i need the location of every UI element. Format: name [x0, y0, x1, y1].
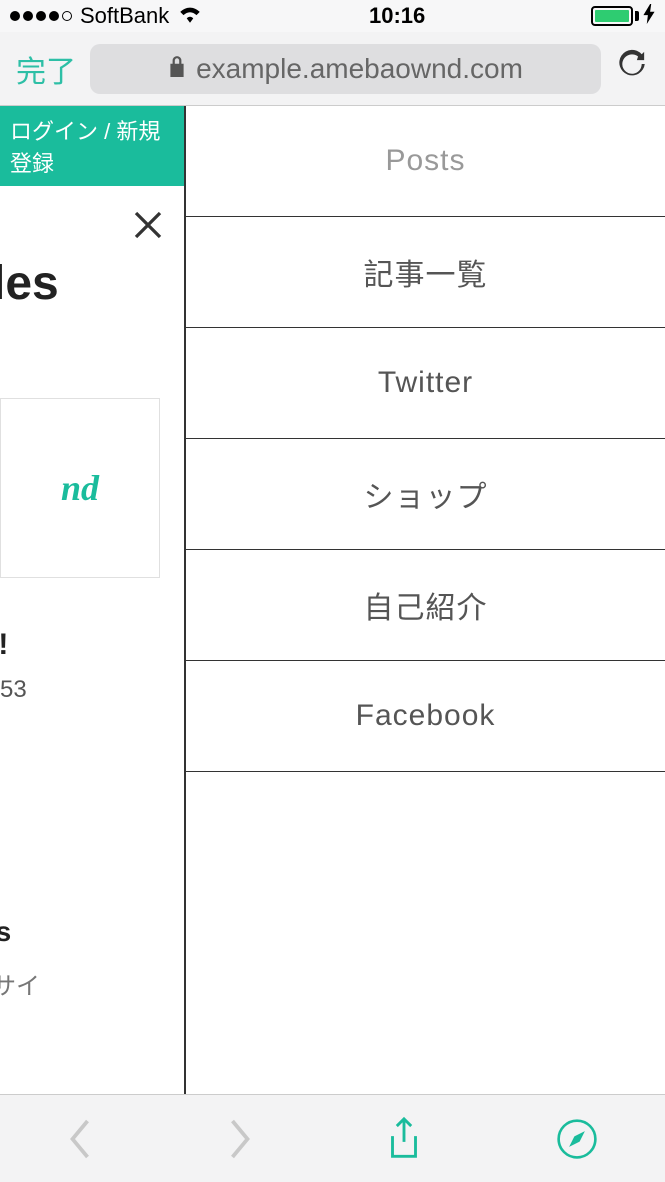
share-button[interactable]: [386, 1116, 422, 1162]
reload-button[interactable]: [611, 47, 653, 90]
browser-toolbar: 完了 example.amebaownd.com: [0, 32, 665, 106]
page-content: ログイン / 新規登録 mples nd d! 0:53 es 素敵なサイ Po…: [0, 106, 665, 1094]
bottom-toolbar: [0, 1094, 665, 1182]
menu-item-articles[interactable]: 記事一覧: [186, 217, 665, 328]
logo-fragment: nd: [61, 467, 99, 509]
section-heading-fragment: es: [0, 916, 11, 948]
page-title-fragment: mples: [0, 256, 59, 311]
wifi-icon: [177, 2, 203, 30]
close-icon[interactable]: [130, 204, 166, 254]
menu-item-facebook[interactable]: Facebook: [186, 661, 665, 772]
signal-icon: [10, 11, 72, 21]
menu-item-posts[interactable]: Posts: [186, 106, 665, 217]
navigation-menu: Posts 記事一覧 Twitter ショップ 自己紹介 Facebook: [186, 106, 665, 1094]
battery-icon: [591, 4, 655, 29]
thumbnail-card[interactable]: nd: [0, 398, 160, 578]
lock-icon: [168, 55, 186, 83]
done-button[interactable]: 完了: [12, 47, 80, 91]
post-title-fragment: d!: [0, 628, 8, 662]
menu-item-shop[interactable]: ショップ: [186, 439, 665, 550]
login-register-button[interactable]: ログイン / 新規登録: [0, 106, 184, 186]
forward-button[interactable]: [227, 1118, 253, 1160]
carrier-label: SoftBank: [80, 3, 169, 29]
charging-icon: [643, 4, 655, 29]
status-left: SoftBank: [10, 2, 203, 30]
section-desc-fragment: 素敵なサイ: [0, 966, 40, 1001]
safari-button[interactable]: [556, 1118, 598, 1160]
left-pane: ログイン / 新規登録 mples nd d! 0:53 es 素敵なサイ: [0, 106, 186, 1094]
status-bar: SoftBank 10:16: [0, 0, 665, 32]
clock: 10:16: [369, 3, 425, 29]
menu-item-twitter[interactable]: Twitter: [186, 328, 665, 439]
url-text: example.amebaownd.com: [196, 53, 523, 85]
address-bar[interactable]: example.amebaownd.com: [90, 44, 601, 94]
post-time-fragment: 0:53: [0, 676, 27, 704]
back-button[interactable]: [67, 1118, 93, 1160]
menu-item-profile[interactable]: 自己紹介: [186, 550, 665, 661]
